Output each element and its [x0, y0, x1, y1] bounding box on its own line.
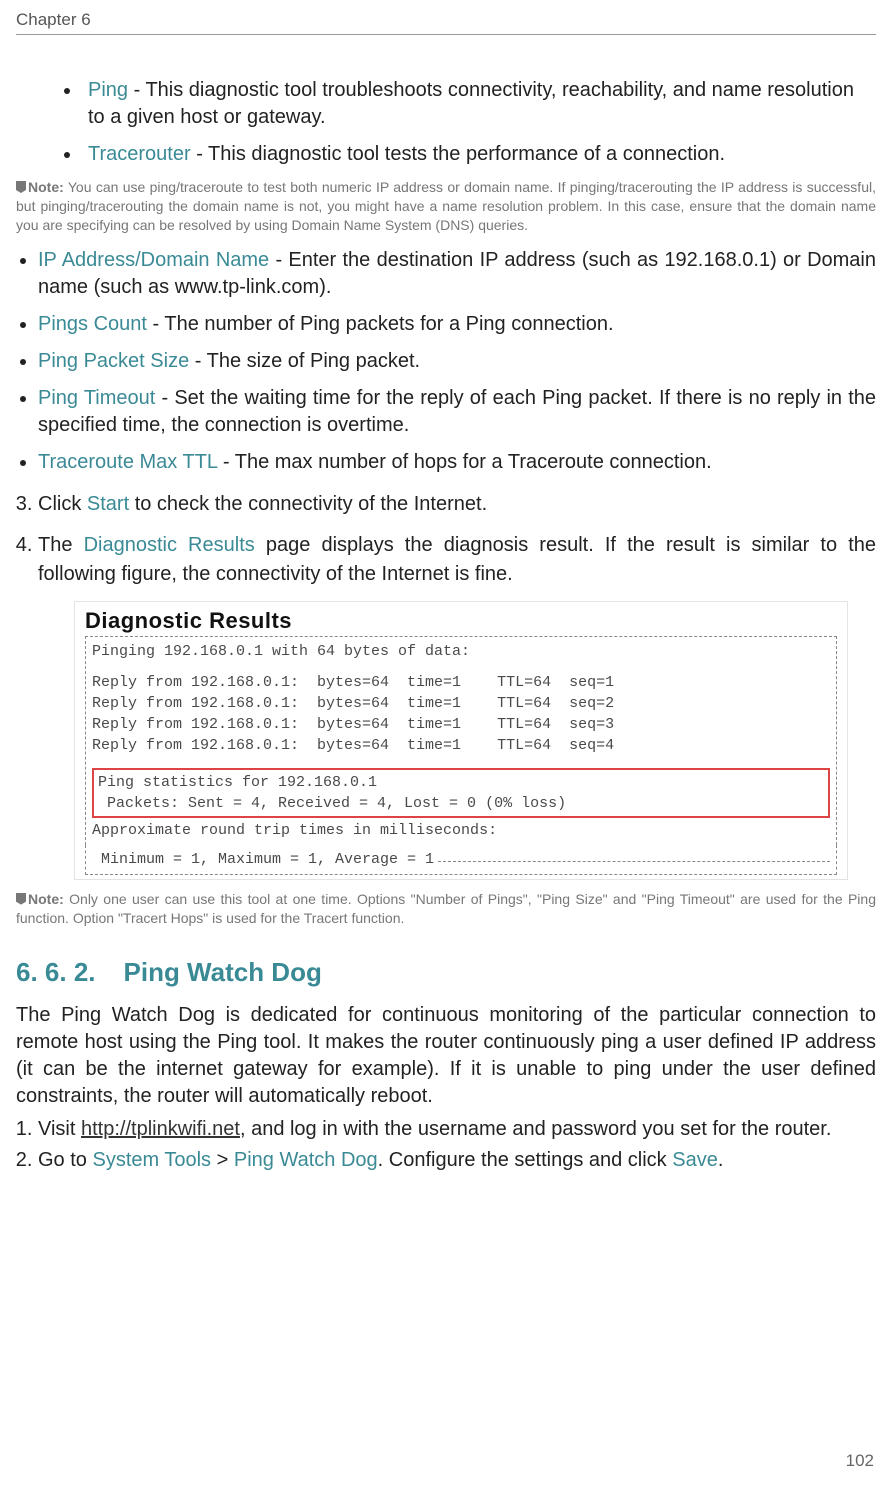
diag-stats-highlight: Ping statistics for 192.168.0.1 Packets:… — [92, 768, 830, 818]
note-label: Note: — [28, 179, 64, 195]
note-single-user: Note: Only one user can use this tool at… — [16, 890, 876, 928]
pwd-step-1: Visit http://tplinkwifi.net, and log in … — [38, 1116, 876, 1143]
param-pkt-size: Ping Packet Size - The size of Ping pack… — [38, 348, 876, 375]
note-dns: Note: You can use ping/traceroute to tes… — [16, 178, 876, 235]
ping-item: Ping - This diagnostic tool troubleshoot… — [82, 77, 876, 131]
diag-reply-2: Reply from 192.168.0.1: bytes=64 time=1 … — [92, 693, 830, 714]
section-heading: 6. 6. 2. Ping Watch Dog — [16, 957, 876, 988]
diag-stat-2: Packets: Sent = 4, Received = 4, Lost = … — [98, 793, 824, 814]
ping-desc: - This diagnostic tool troubleshoots con… — [88, 79, 854, 128]
param-ip: IP Address/Domain Name - Enter the desti… — [38, 247, 876, 301]
diag-tool-list: Ping - This diagnostic tool troubleshoot… — [16, 77, 876, 168]
note2-text: Only one user can use this tool at one t… — [16, 891, 876, 926]
param-ttl: Traceroute Max TTL - The max number of h… — [38, 449, 876, 476]
param-list: IP Address/Domain Name - Enter the desti… — [16, 247, 876, 476]
param-timeout: Ping Timeout - Set the waiting time for … — [38, 385, 876, 439]
pwd-paragraph: The Ping Watch Dog is dedicated for cont… — [16, 1002, 876, 1110]
param-pings-count: Pings Count - The number of Ping packets… — [38, 311, 876, 338]
diag-ping-line: Pinging 192.168.0.1 with 64 bytes of dat… — [92, 641, 830, 662]
section-number: 6. 6. 2. — [16, 957, 96, 987]
chapter-label: Chapter 6 — [16, 10, 91, 30]
bookmark-icon — [16, 893, 26, 905]
step-4: The Diagnostic Results page displays the… — [38, 531, 876, 589]
diag-reply-3: Reply from 192.168.0.1: bytes=64 time=1 … — [92, 714, 830, 735]
note-text: You can use ping/traceroute to test both… — [16, 179, 876, 233]
bookmark-icon — [16, 181, 26, 193]
section-title: Ping Watch Dog — [124, 957, 322, 987]
diag-approx-1: Approximate round trip times in millisec… — [92, 820, 830, 841]
diag-approx-2: Minimum = 1, Maximum = 1, Average = 1 — [92, 849, 434, 870]
diagnostic-results-box: Diagnostic Results Pinging 192.168.0.1 w… — [74, 601, 848, 880]
step-list: Click Start to check the connectivity of… — [16, 490, 876, 589]
note2-label: Note: — [28, 891, 64, 907]
diag-reply-4: Reply from 192.168.0.1: bytes=64 time=1 … — [92, 735, 830, 756]
trace-desc: - This diagnostic tool tests the perform… — [191, 143, 725, 165]
diag-reply-1: Reply from 192.168.0.1: bytes=64 time=1 … — [92, 672, 830, 693]
tracerouter-item: Tracerouter - This diagnostic tool tests… — [82, 141, 876, 168]
tplink-url[interactable]: http://tplinkwifi.net — [81, 1118, 240, 1140]
pwd-step-2: Go to System Tools > Ping Watch Dog. Con… — [38, 1147, 876, 1174]
pwd-steps: Visit http://tplinkwifi.net, and log in … — [16, 1116, 876, 1174]
page-header: Chapter 6 — [16, 10, 876, 35]
step-3: Click Start to check the connectivity of… — [38, 490, 876, 519]
ping-term: Ping — [88, 79, 128, 101]
page-number: 102 — [846, 1451, 874, 1471]
trace-term: Tracerouter — [88, 143, 191, 165]
diag-title: Diagnostic Results — [85, 608, 837, 634]
diag-stat-1: Ping statistics for 192.168.0.1 — [98, 772, 824, 793]
